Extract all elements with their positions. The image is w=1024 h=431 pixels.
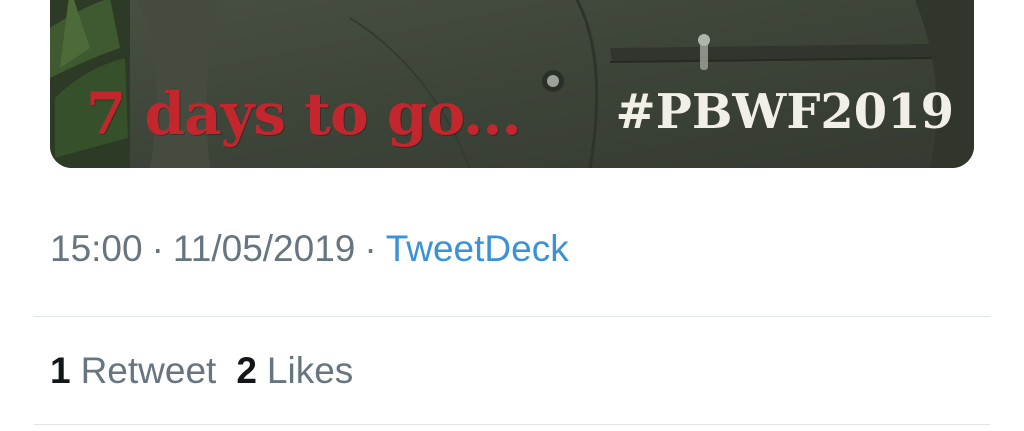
tweet-source-link[interactable]: TweetDeck bbox=[386, 228, 569, 269]
like-label: Likes bbox=[266, 350, 354, 391]
divider bbox=[34, 316, 990, 317]
like-count: 2 bbox=[236, 350, 257, 391]
retweet-count-link[interactable]: 1 Retweet bbox=[50, 350, 216, 391]
retweet-label: Retweet bbox=[80, 350, 217, 391]
tweet-date: 11/05/2019 bbox=[172, 228, 356, 269]
divider bbox=[34, 424, 990, 425]
tweet-metadata: 15:00 · 11/05/2019 · TweetDeck bbox=[50, 228, 569, 270]
separator-dot: · bbox=[364, 228, 377, 269]
tweet-media-image[interactable]: 7 days to go... #PBWF2019 bbox=[50, 0, 974, 168]
tweet-time: 15:00 bbox=[50, 228, 143, 269]
tweet-stats: 1 Retweet 2 Likes bbox=[50, 350, 373, 392]
retweet-count: 1 bbox=[50, 350, 71, 391]
media-caption-countdown: 7 days to go... bbox=[86, 80, 522, 148]
like-count-link[interactable]: 2 Likes bbox=[236, 350, 353, 391]
media-caption-hashtag: #PBWF2019 bbox=[615, 84, 954, 140]
separator-dot: · bbox=[151, 228, 164, 269]
